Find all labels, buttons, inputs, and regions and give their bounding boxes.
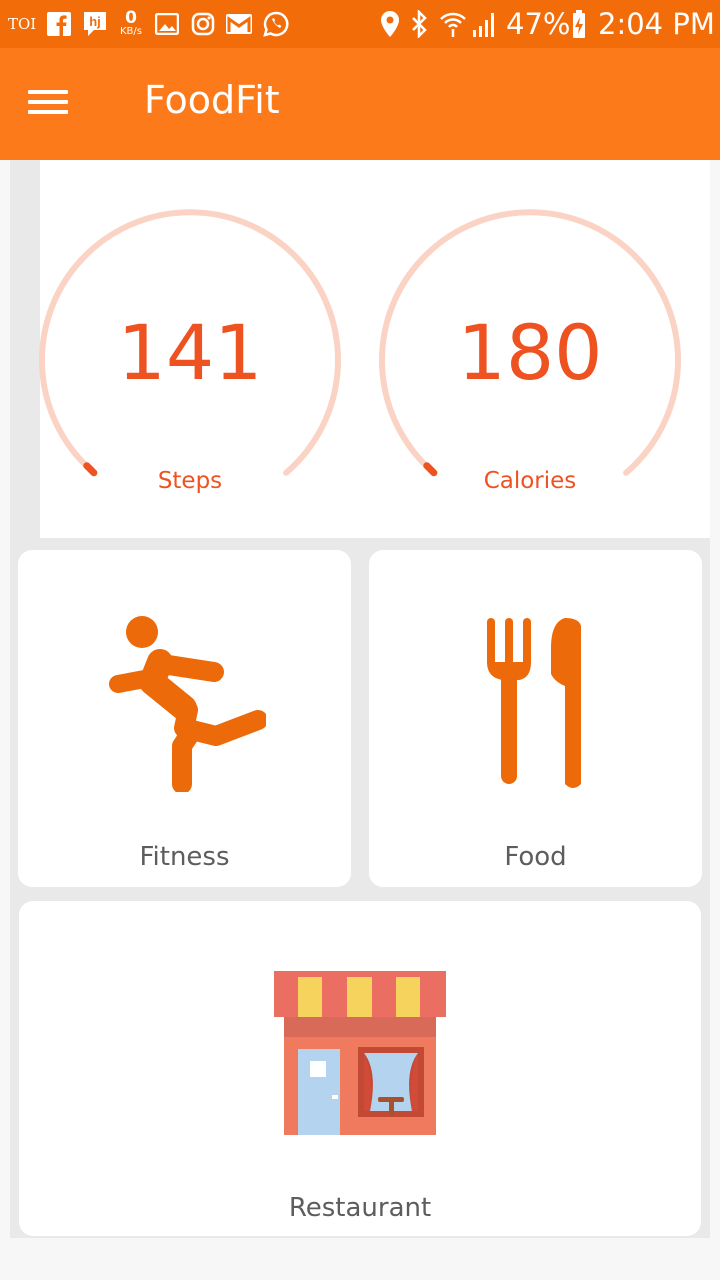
wifi-icon: [438, 8, 468, 40]
speed-unit: KB/s: [120, 26, 142, 37]
status-time: 2:04 PM: [598, 7, 715, 41]
app-title: FoodFit: [144, 78, 280, 122]
fitness-card[interactable]: Fitness: [18, 550, 351, 887]
toi-icon: TOI: [8, 15, 37, 33]
running-person-icon: [106, 612, 268, 796]
speed-value: 0: [125, 8, 137, 28]
bluetooth-icon: [408, 8, 430, 40]
calories-label: Calories: [483, 468, 577, 494]
status-bar: TOI hj 0 KB/s 47% 2:04 PM: [0, 0, 720, 48]
restaurant-card[interactable]: Restaurant: [19, 901, 701, 1236]
calories-gauge[interactable]: 180 Calories: [360, 160, 700, 530]
battery-charging-icon: [570, 8, 588, 40]
restaurant-label: Restaurant: [288, 1193, 432, 1223]
hj-icon: hj: [82, 8, 108, 40]
food-card[interactable]: Food: [369, 550, 702, 887]
data-speed-icon: 0 KB/s: [114, 8, 148, 40]
gallery-icon: [154, 8, 180, 40]
whatsapp-icon: [262, 8, 290, 40]
app-bar: FoodFit: [0, 48, 720, 160]
fork-knife-icon: [485, 616, 589, 796]
steps-value: 141: [117, 308, 263, 397]
food-label: Food: [504, 842, 567, 872]
location-icon: [378, 8, 402, 40]
calories-value: 180: [457, 308, 603, 397]
signal-icon: [470, 8, 498, 40]
steps-gauge[interactable]: 141 Steps: [20, 160, 360, 530]
facebook-icon: [46, 8, 72, 40]
hj-label: hj: [89, 14, 101, 29]
steps-label: Steps: [157, 468, 223, 494]
storefront-icon: [274, 971, 446, 1139]
battery-percent: 47%: [506, 7, 571, 41]
fitness-label: Fitness: [139, 842, 230, 872]
instagram-icon: [190, 8, 216, 40]
hamburger-menu-icon[interactable]: [20, 74, 76, 130]
gmail-icon: [224, 8, 254, 40]
